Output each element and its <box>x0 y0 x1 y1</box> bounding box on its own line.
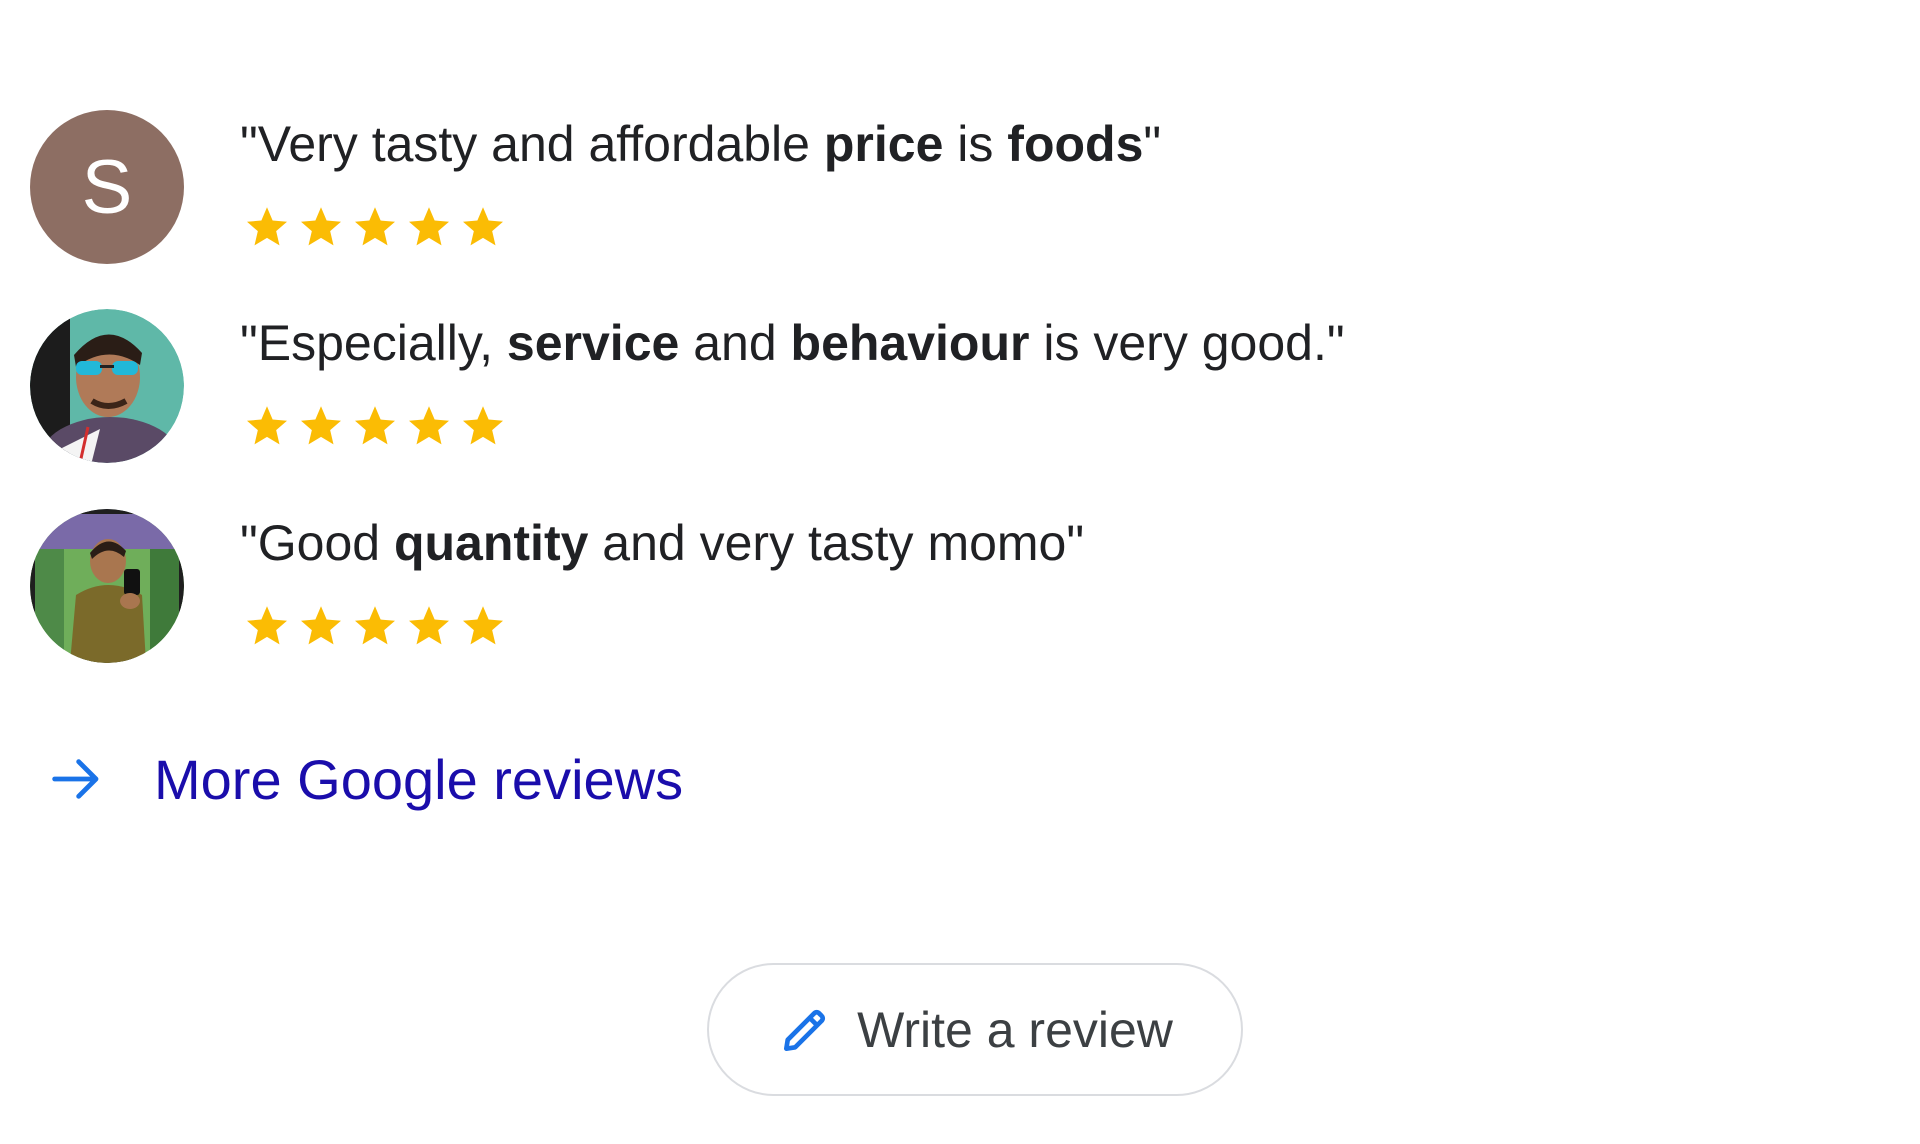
quote-text: " <box>1143 116 1162 172</box>
review-item[interactable]: "Good quantity and very tasty momo" <box>30 509 1730 669</box>
star-icon <box>355 207 395 246</box>
review-quote: "Especially, service and behaviour is ve… <box>240 313 1345 373</box>
star-icon <box>463 606 503 645</box>
quote-text: and <box>679 315 791 371</box>
star-icon <box>301 406 341 445</box>
star-icon <box>409 606 449 645</box>
star-icon <box>355 406 395 445</box>
quote-text: is very good." <box>1029 315 1345 371</box>
quote-text: and very tasty momo" <box>588 515 1085 571</box>
quote-highlight: behaviour <box>790 315 1030 371</box>
quote-highlight: price <box>823 116 944 172</box>
star-rating <box>240 601 510 651</box>
star-icon <box>463 406 503 445</box>
quote-text: "Especially, <box>240 315 507 371</box>
review-quote: "Very tasty and affordable price is food… <box>240 114 1161 174</box>
quote-text: "Good <box>240 515 394 571</box>
star-rating <box>240 401 510 451</box>
star-icon <box>301 207 341 246</box>
pencil-icon <box>784 1009 826 1051</box>
quote-text: is <box>943 116 1008 172</box>
quote-highlight: service <box>506 315 680 371</box>
write-review-label: Write a review <box>857 1001 1173 1058</box>
star-icon <box>355 606 395 645</box>
review-item[interactable]: "Especially, service and behaviour is ve… <box>30 309 1730 469</box>
star-icon <box>409 406 449 445</box>
star-icon <box>247 406 287 445</box>
quote-highlight: quantity <box>393 515 589 571</box>
star-icon <box>247 606 287 645</box>
avatar: S <box>30 110 184 264</box>
quote-text: "Very tasty and affordable <box>240 116 824 172</box>
review-quote: "Good quantity and very tasty momo" <box>240 513 1084 573</box>
more-google-reviews-link[interactable]: More Google reviews <box>44 744 683 814</box>
more-reviews-label: More Google reviews <box>154 747 684 811</box>
quote-highlight: foods <box>1007 116 1144 172</box>
star-icon <box>409 207 449 246</box>
avatar <box>30 309 184 463</box>
review-item[interactable]: S "Very tasty and affordable price is fo… <box>30 110 1730 270</box>
star-icon <box>463 207 503 246</box>
avatar-letter: S <box>81 144 133 230</box>
star-rating <box>240 202 510 252</box>
star-icon <box>301 606 341 645</box>
write-review-button[interactable]: Write a review <box>707 963 1243 1096</box>
user-photo-mirror-selfie-icon <box>30 509 184 663</box>
star-icon <box>247 207 287 246</box>
user-photo-sunglasses-icon <box>30 309 184 463</box>
arrow-right-icon <box>52 759 99 799</box>
avatar <box>30 509 184 663</box>
